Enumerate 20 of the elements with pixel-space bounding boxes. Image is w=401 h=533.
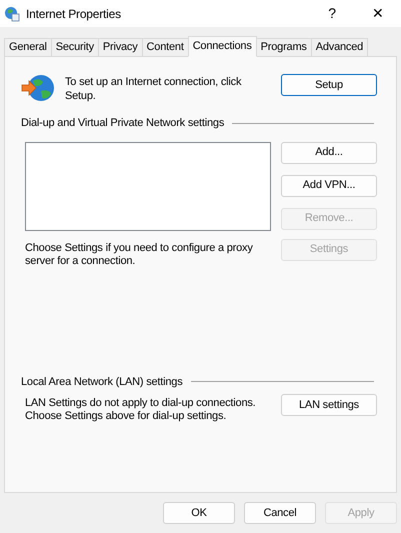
button[interactable]: Add... [281,142,377,164]
help-button[interactable]: ? [309,3,355,24]
globe-arrow-icon [21,73,55,103]
internet-options-icon [4,6,20,22]
button[interactable]: OK [163,502,235,524]
section-heading: Dial-up and Virtual Private Network settings [21,116,224,131]
proxy-text: Choose Settings if you need to configure a proxy server for a connection. [25,242,254,268]
tab[interactable]: General [4,38,52,57]
setup-text: To set up an Internet connection, click Setup. [65,75,242,103]
button[interactable]: Add VPN... [281,174,377,196]
button[interactable]: Setup [281,74,377,96]
tab[interactable]: Connections [188,36,257,57]
lan-text: LAN Settings do not apply to dial-up connections. Choose Settings above for dial-up settings. [25,397,257,423]
button[interactable]: Cancel [244,502,316,524]
section-heading: Local Area Network (LAN) settings [21,374,183,390]
connections-list[interactable] [25,142,271,230]
tab[interactable]: Advanced [310,38,368,57]
button[interactable]: LAN settings [281,394,377,416]
window-title: Internet Properties [26,6,121,22]
close-button[interactable]: ✕ [355,3,401,24]
